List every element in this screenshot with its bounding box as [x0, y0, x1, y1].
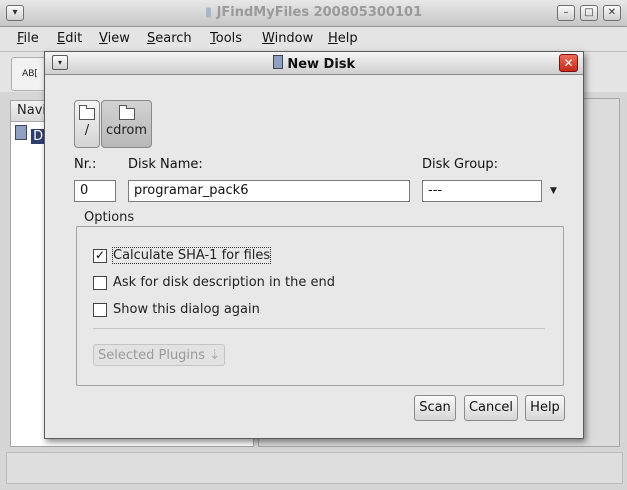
disk-group-select[interactable]: --- — [422, 180, 542, 202]
disk-group-label: Disk Group: — [422, 157, 499, 172]
menu-edit[interactable]: Edit — [57, 31, 82, 46]
arrow-down-icon: ⇣ — [209, 348, 221, 363]
nr-label: Nr.: — [74, 157, 97, 172]
checkbox-unchecked[interactable] — [93, 276, 107, 290]
main-titlebar: ▾ ▮ JFindMyFiles 200805300101 – □ ✕ — [0, 0, 627, 27]
close-window-button[interactable]: ✕ — [603, 5, 621, 21]
menu-search[interactable]: Search — [147, 31, 192, 46]
status-bar — [6, 452, 623, 484]
chevron-down-icon[interactable]: ▼ — [550, 186, 557, 196]
selected-plugins-button[interactable]: Selected Plugins ⇣ — [93, 344, 225, 366]
dialog-titlebar: ▾ New Disk ✕ — [45, 52, 583, 75]
disk-name-field[interactable]: programar_pack6 — [128, 180, 410, 202]
dialog-close-button[interactable]: ✕ — [559, 54, 578, 72]
menu-window[interactable]: Window — [262, 31, 313, 46]
menu-file[interactable]: File — [17, 31, 39, 46]
options-legend: Options — [82, 210, 137, 225]
app-icon: ▮ — [204, 5, 213, 20]
menu-view[interactable]: View — [99, 31, 130, 46]
device-root-button[interactable]: / — [74, 100, 100, 148]
disk-icon — [272, 55, 283, 69]
checkbox-checked[interactable]: ✓ — [93, 249, 107, 263]
cancel-button[interactable]: Cancel — [464, 395, 518, 421]
options-separator — [93, 328, 545, 329]
maximize-button[interactable]: □ — [580, 5, 598, 21]
scan-button[interactable]: Scan — [414, 395, 456, 421]
menu-help[interactable]: Help — [328, 31, 358, 46]
disk-icon — [15, 125, 27, 140]
menubar: File Edit View Search Tools Window Help — [0, 27, 627, 52]
checkbox-unchecked[interactable] — [93, 303, 107, 317]
folder-icon — [118, 105, 135, 120]
device-cdrom-button[interactable]: cdrom — [101, 100, 152, 148]
dialog-title: New Disk — [45, 55, 583, 72]
menu-tools[interactable]: Tools — [210, 31, 242, 46]
help-button[interactable]: Help — [525, 395, 565, 421]
disk-name-label: Disk Name: — [128, 157, 203, 172]
minimize-button[interactable]: – — [557, 5, 575, 21]
new-disk-dialog: ▾ New Disk ✕ / cdrom Nr.: Disk Name: Dis… — [44, 51, 584, 439]
main-window-title: ▮ JFindMyFiles 200805300101 — [204, 5, 423, 20]
folder-icon — [79, 105, 95, 120]
nr-field[interactable]: 0 — [74, 180, 116, 202]
